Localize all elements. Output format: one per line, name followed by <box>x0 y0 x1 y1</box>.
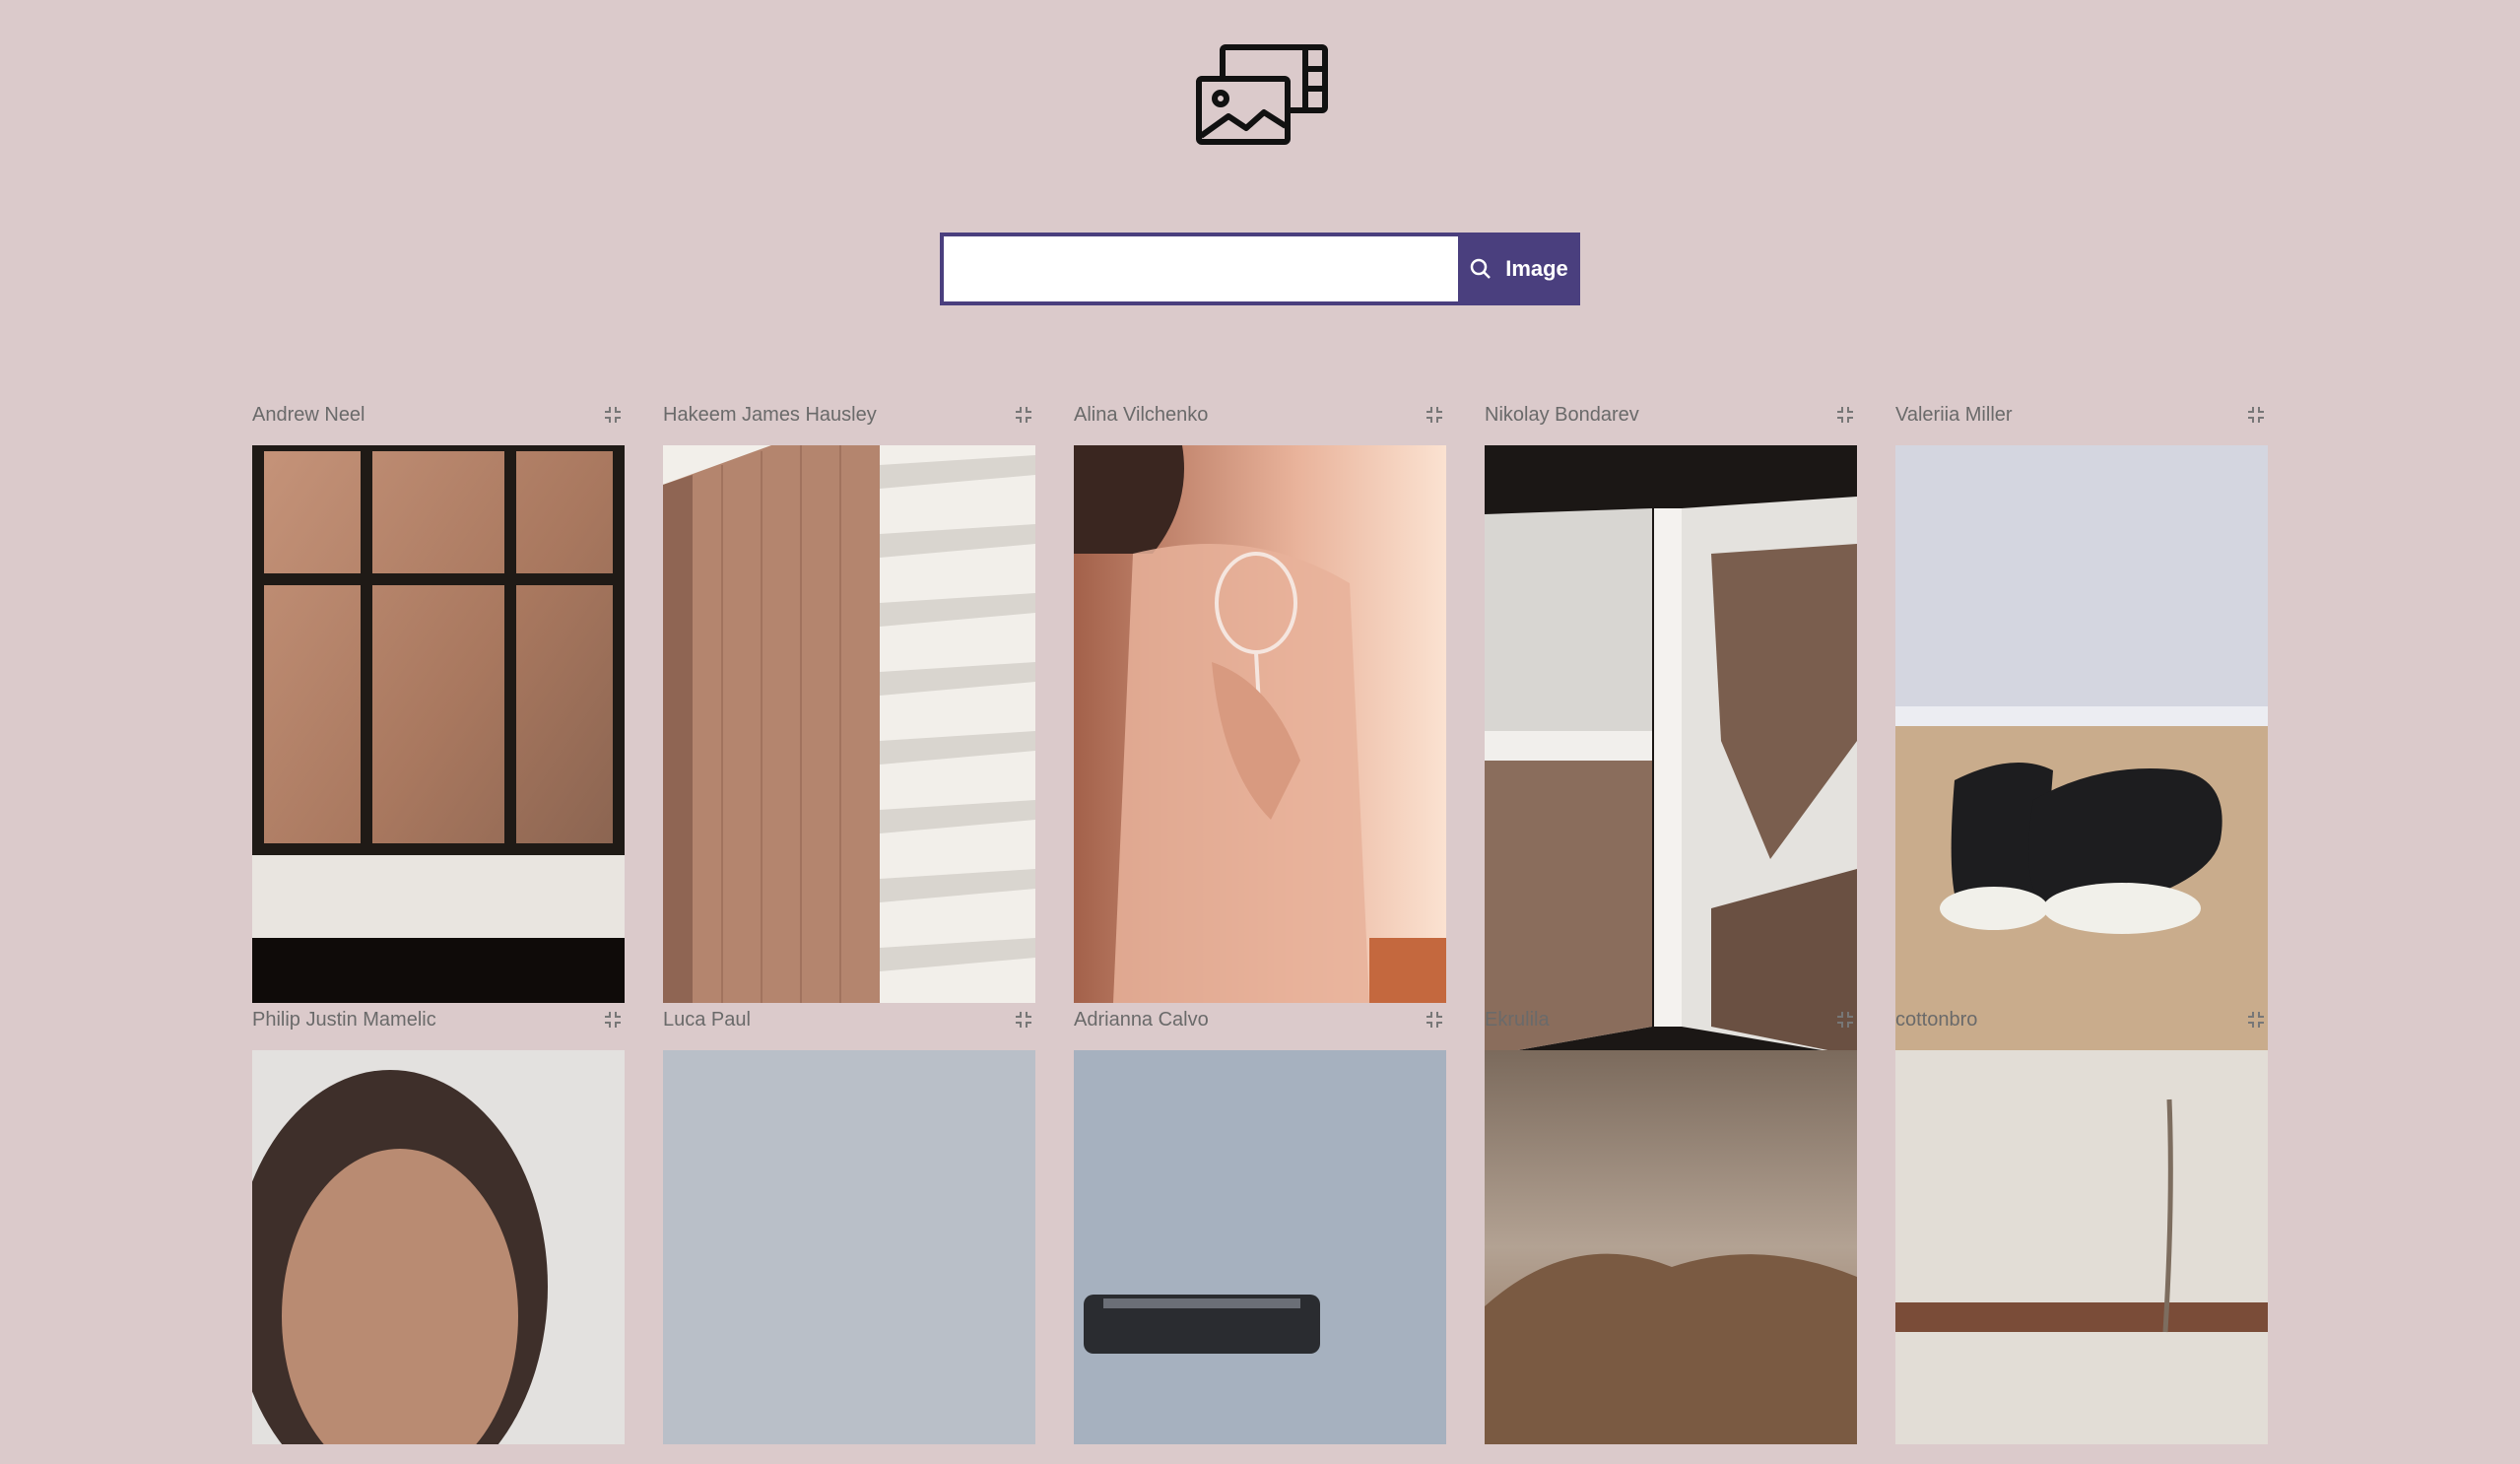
photo-image[interactable] <box>1074 445 1446 1003</box>
photo-author[interactable]: Alina Vilchenko <box>1074 404 1208 427</box>
gallery-logo-icon <box>1196 44 1328 145</box>
collapse-icon[interactable] <box>1833 403 1857 427</box>
photo-card: Hakeem James Hausley <box>663 396 1035 1090</box>
collapse-icon[interactable] <box>601 403 625 427</box>
photo-author[interactable]: Philip Justin Mamelic <box>252 1009 436 1031</box>
photo-author[interactable]: Adrianna Calvo <box>1074 1009 1209 1031</box>
photo-author[interactable]: Andrew Neel <box>252 404 365 427</box>
photo-image[interactable] <box>1074 1050 1446 1444</box>
photo-card: Ekrulila <box>1485 1001 1857 1464</box>
search-button[interactable]: Image <box>1458 233 1580 305</box>
photo-grid: Andrew Neel Hakeem James Hausley Alina V… <box>252 396 2268 1464</box>
photo-image[interactable] <box>252 1050 625 1444</box>
collapse-icon[interactable] <box>1012 1008 1035 1031</box>
collapse-icon[interactable] <box>2244 1008 2268 1031</box>
photo-image[interactable] <box>1895 445 2268 1070</box>
photo-author[interactable]: Hakeem James Hausley <box>663 404 877 427</box>
collapse-icon[interactable] <box>2244 403 2268 427</box>
photo-card: Adrianna Calvo <box>1074 1001 1446 1464</box>
photo-card: Nikolay Bondarev <box>1485 396 1857 1090</box>
photo-image[interactable] <box>663 1050 1035 1444</box>
photo-image[interactable] <box>1485 445 1857 1070</box>
photo-card: Andrew Neel <box>252 396 625 1090</box>
collapse-icon[interactable] <box>1833 1008 1857 1031</box>
photo-author[interactable]: Ekrulila <box>1485 1009 1550 1031</box>
photo-image[interactable] <box>252 445 625 1003</box>
photo-card: Philip Justin Mamelic <box>252 1001 625 1464</box>
photo-image[interactable] <box>1485 1050 1857 1444</box>
photo-image[interactable] <box>1895 1050 2268 1444</box>
photo-card: Luca Paul <box>663 1001 1035 1464</box>
photo-author[interactable]: cottonbro <box>1895 1009 1977 1031</box>
photo-author[interactable]: Luca Paul <box>663 1009 751 1031</box>
photo-card: Valeriia Miller <box>1895 396 2268 1090</box>
photo-author[interactable]: Valeriia Miller <box>1895 404 2013 427</box>
photo-card: cottonbro <box>1895 1001 2268 1464</box>
collapse-icon[interactable] <box>1423 1008 1446 1031</box>
collapse-icon[interactable] <box>1012 403 1035 427</box>
search-button-label: Image <box>1505 256 1568 281</box>
collapse-icon[interactable] <box>1423 403 1446 427</box>
photo-card: Alina Vilchenko <box>1074 396 1446 1090</box>
photo-image[interactable] <box>663 445 1035 1003</box>
search-icon <box>1470 258 1492 279</box>
collapse-icon[interactable] <box>601 1008 625 1031</box>
search-bar: Image <box>940 233 1580 305</box>
search-input[interactable] <box>940 233 1458 305</box>
photo-author[interactable]: Nikolay Bondarev <box>1485 404 1639 427</box>
